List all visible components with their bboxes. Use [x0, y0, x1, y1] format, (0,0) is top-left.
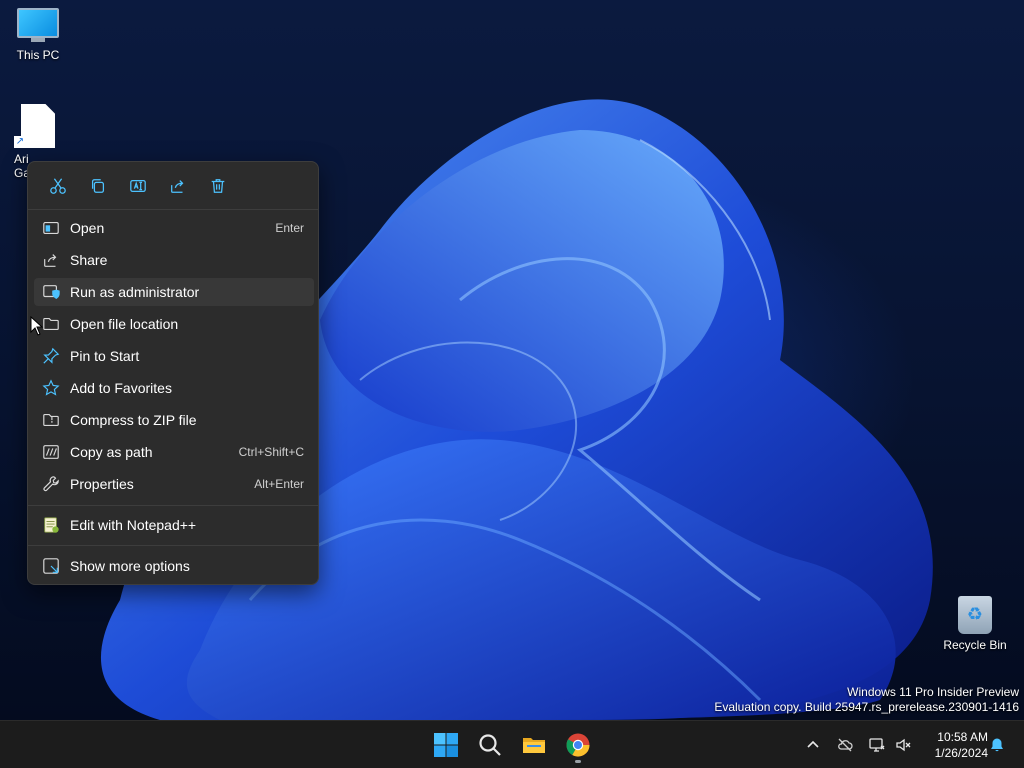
- menu-item-open-file-location[interactable]: Open file location: [34, 310, 314, 338]
- desktop-icon-recycle-bin[interactable]: Recycle Bin: [937, 596, 1013, 652]
- file-explorer-icon: [523, 738, 545, 753]
- network-icon: [869, 738, 885, 752]
- menu-item-label: Open: [70, 220, 105, 236]
- more-options-icon: [43, 558, 59, 574]
- menu-item-label: Share: [70, 252, 108, 268]
- menu-item-copy-as-path[interactable]: Copy as path Ctrl+Shift+C: [34, 438, 314, 466]
- folder-icon: [43, 318, 59, 330]
- delete-icon: [211, 179, 225, 193]
- menu-item-shortcut: Ctrl+Shift+C: [238, 445, 304, 459]
- rename-icon: [130, 179, 146, 193]
- clock-time: 10:58 AM: [937, 730, 988, 744]
- menu-item-label: Show more options: [70, 558, 190, 574]
- chevron-up-icon: [807, 740, 819, 748]
- desktop-icon-label: Recycle Bin: [943, 638, 1007, 652]
- desktop-icon-label: This PC: [16, 48, 60, 62]
- menu-item-edit-with-notepadpp[interactable]: Edit with Notepad++: [34, 511, 314, 539]
- quick-actions-bar: [38, 174, 238, 198]
- network-tray-button[interactable]: [865, 731, 889, 759]
- menu-item-label: Properties: [70, 476, 134, 492]
- wrench-icon: [43, 476, 59, 492]
- menu-item-label: Compress to ZIP file: [70, 412, 197, 428]
- menu-item-label: Pin to Start: [70, 348, 140, 364]
- watermark-line: Evaluation copy. Build 25947.rs_prerelea…: [714, 700, 1019, 714]
- menu-item-label: Edit with Notepad++: [70, 517, 197, 533]
- chrome-button[interactable]: [562, 729, 594, 761]
- notepadpp-icon: [44, 517, 59, 533]
- cloud-offline-icon: [838, 738, 853, 752]
- bell-icon: [991, 738, 1003, 752]
- delete-button[interactable]: [198, 174, 238, 198]
- monitor-icon: [17, 8, 59, 44]
- recycle-bin-icon: [958, 596, 992, 634]
- share-icon: [171, 180, 184, 193]
- open-icon: [43, 222, 59, 234]
- clock-date: 1/26/2024: [934, 746, 988, 760]
- watermark-line: Windows 11 Pro Insider Preview: [847, 685, 1019, 699]
- context-menu: Open Enter Share Run as administrator Op…: [27, 161, 319, 585]
- menu-separator: [28, 505, 318, 506]
- file-explorer-button[interactable]: [518, 729, 550, 761]
- search-icon: [479, 734, 501, 756]
- pin-icon: [43, 347, 60, 364]
- menu-item-open[interactable]: Open Enter: [34, 214, 314, 242]
- copy-button[interactable]: [78, 174, 118, 198]
- tray-clock[interactable]: 10:58 AM 1/26/2024: [918, 729, 988, 761]
- desktop-icon-this-pc[interactable]: This PC: [0, 8, 76, 62]
- menu-item-label: Copy as path: [70, 444, 153, 460]
- os-watermark: Windows 11 Pro Insider Preview Evaluatio…: [714, 685, 1019, 715]
- taskbar: 10:58 AM 1/26/2024: [0, 720, 1024, 768]
- menu-item-shortcut: Alt+Enter: [254, 477, 304, 491]
- cut-button[interactable]: [38, 174, 78, 198]
- active-app-indicator: [575, 760, 581, 763]
- share-icon: [44, 254, 57, 267]
- menu-item-label: Open file location: [70, 316, 179, 332]
- menu-item-run-as-administrator[interactable]: Run as administrator: [34, 278, 314, 306]
- menu-item-label: Run as administrator: [70, 284, 200, 300]
- start-button[interactable]: [430, 729, 462, 761]
- notifications-button[interactable]: [985, 731, 1009, 759]
- chrome-icon: [566, 733, 590, 757]
- menu-separator: [28, 209, 318, 210]
- onedrive-tray-button[interactable]: [833, 731, 857, 759]
- volume-muted-icon: [896, 738, 911, 752]
- star-icon: [42, 379, 60, 396]
- menu-item-properties[interactable]: Properties Alt+Enter: [34, 470, 314, 498]
- menu-item-pin-to-start[interactable]: Pin to Start: [34, 342, 314, 370]
- menu-item-shortcut: Enter: [275, 221, 304, 235]
- menu-item-label: Add to Favorites: [70, 380, 172, 396]
- show-hidden-icons-button[interactable]: [801, 731, 825, 759]
- cut-icon: [50, 178, 66, 194]
- menu-item-compress-to-zip[interactable]: Compress to ZIP file: [34, 406, 314, 434]
- rename-button[interactable]: [118, 174, 158, 198]
- copy-icon: [91, 179, 105, 193]
- menu-item-show-more-options[interactable]: Show more options: [34, 552, 314, 580]
- mouse-cursor-icon: [30, 316, 44, 336]
- windows-start-icon: [434, 733, 458, 757]
- menu-item-share[interactable]: Share: [34, 246, 314, 274]
- search-button[interactable]: [474, 729, 506, 761]
- menu-item-add-to-favorites[interactable]: Add to Favorites: [34, 374, 314, 402]
- copy-path-icon: [43, 445, 59, 459]
- shield-icon: [43, 285, 60, 299]
- file-icon: [21, 104, 55, 148]
- zip-folder-icon: [43, 414, 59, 426]
- volume-tray-button[interactable]: [891, 731, 915, 759]
- shortcut-arrow-icon: ↗: [14, 136, 26, 148]
- menu-separator: [28, 545, 318, 546]
- share-button[interactable]: [158, 174, 198, 198]
